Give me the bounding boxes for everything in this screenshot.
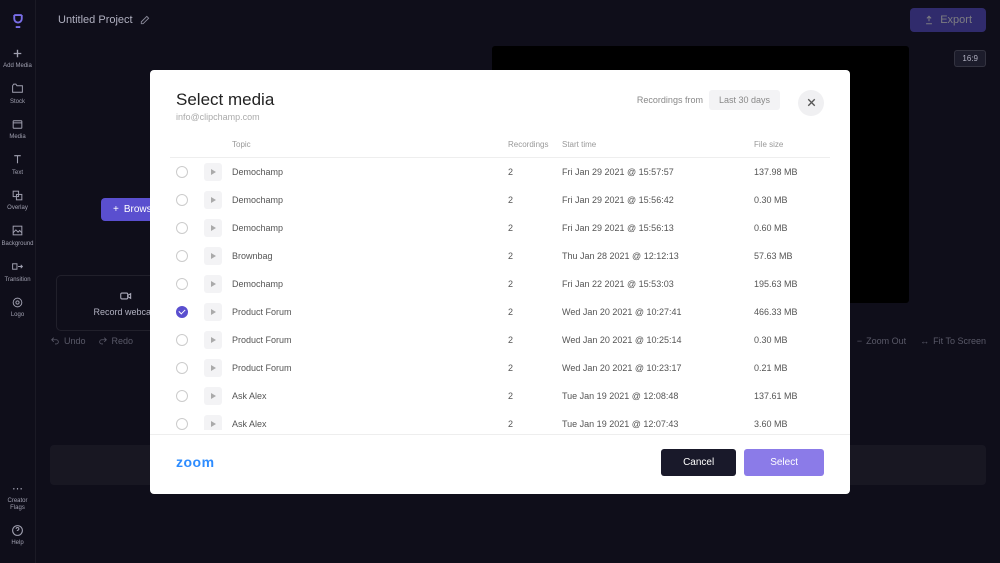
row-recordings: 2 [508,307,562,317]
row-size: 466.33 MB [754,307,824,317]
table-row[interactable]: Demochamp 2 Fri Jan 29 2021 @ 15:57:57 1… [170,158,830,186]
row-topic: Demochamp [232,167,508,177]
row-topic: Brownbag [232,251,508,261]
row-recordings: 2 [508,419,562,429]
play-icon [211,225,216,231]
table-body[interactable]: Demochamp 2 Fri Jan 29 2021 @ 15:57:57 1… [170,158,830,430]
row-size: 0.30 MB [754,335,824,345]
table-row[interactable]: Demochamp 2 Fri Jan 29 2021 @ 15:56:13 0… [170,214,830,242]
play-icon [211,393,216,399]
play-button[interactable] [204,415,222,430]
row-size: 0.21 MB [754,363,824,373]
play-button[interactable] [204,275,222,293]
play-icon [211,169,216,175]
row-size: 137.61 MB [754,391,824,401]
cancel-button[interactable]: Cancel [661,449,736,476]
select-media-modal: Select media info@clipchamp.com Recordin… [150,70,850,494]
modal-title: Select media [176,90,274,110]
play-icon [211,253,216,259]
row-size: 195.63 MB [754,279,824,289]
row-size: 0.60 MB [754,223,824,233]
row-start: Wed Jan 20 2021 @ 10:23:17 [562,363,754,373]
table-row[interactable]: Product Forum 2 Wed Jan 20 2021 @ 10:25:… [170,326,830,354]
row-start: Fri Jan 29 2021 @ 15:56:42 [562,195,754,205]
play-icon [211,337,216,343]
row-size: 0.30 MB [754,195,824,205]
recordings-from-select[interactable]: Last 30 days [709,90,780,110]
col-size: File size [754,140,824,149]
modal-overlay: Select media info@clipchamp.com Recordin… [0,0,1000,563]
row-start: Wed Jan 20 2021 @ 10:25:14 [562,335,754,345]
row-recordings: 2 [508,279,562,289]
row-recordings: 2 [508,195,562,205]
col-topic: Topic [232,140,508,149]
table-header: Topic Recordings Start time File size [170,132,830,158]
col-recordings: Recordings [508,140,562,149]
row-recordings: 2 [508,391,562,401]
row-radio[interactable] [176,418,188,430]
row-radio[interactable] [176,222,188,234]
row-radio[interactable] [176,390,188,402]
row-start: Fri Jan 29 2021 @ 15:57:57 [562,167,754,177]
row-start: Wed Jan 20 2021 @ 10:27:41 [562,307,754,317]
zoom-logo: zoom [176,454,215,470]
row-topic: Ask Alex [232,391,508,401]
table-row[interactable]: Demochamp 2 Fri Jan 22 2021 @ 15:53:03 1… [170,270,830,298]
row-recordings: 2 [508,223,562,233]
row-recordings: 2 [508,251,562,261]
play-button[interactable] [204,331,222,349]
row-radio[interactable] [176,278,188,290]
table-row[interactable]: Brownbag 2 Thu Jan 28 2021 @ 12:12:13 57… [170,242,830,270]
play-icon [211,365,216,371]
row-topic: Demochamp [232,195,508,205]
table-row[interactable]: Product Forum 2 Wed Jan 20 2021 @ 10:27:… [170,298,830,326]
row-size: 3.60 MB [754,419,824,429]
table-row[interactable]: Demochamp 2 Fri Jan 29 2021 @ 15:56:42 0… [170,186,830,214]
row-recordings: 2 [508,167,562,177]
play-button[interactable] [204,163,222,181]
row-start: Tue Jan 19 2021 @ 12:08:48 [562,391,754,401]
play-button[interactable] [204,359,222,377]
row-topic: Product Forum [232,335,508,345]
play-icon [211,421,216,427]
row-topic: Product Forum [232,307,508,317]
row-recordings: 2 [508,335,562,345]
row-radio[interactable] [176,166,188,178]
row-topic: Ask Alex [232,419,508,429]
modal-subtitle: info@clipchamp.com [176,112,274,122]
play-icon [211,197,216,203]
row-radio[interactable] [176,306,188,318]
play-icon [211,309,216,315]
play-button[interactable] [204,387,222,405]
play-button[interactable] [204,247,222,265]
row-radio[interactable] [176,250,188,262]
row-radio[interactable] [176,334,188,346]
modal-header: Select media info@clipchamp.com Recordin… [150,70,850,132]
play-button[interactable] [204,219,222,237]
table-row[interactable]: Ask Alex 2 Tue Jan 19 2021 @ 12:08:48 13… [170,382,830,410]
row-radio[interactable] [176,194,188,206]
row-start: Thu Jan 28 2021 @ 12:12:13 [562,251,754,261]
row-size: 137.98 MB [754,167,824,177]
row-topic: Product Forum [232,363,508,373]
col-start: Start time [562,140,754,149]
row-start: Fri Jan 22 2021 @ 15:53:03 [562,279,754,289]
recordings-from-label: Recordings from [637,95,703,105]
row-topic: Demochamp [232,279,508,289]
select-button[interactable]: Select [744,449,824,476]
play-icon [211,281,216,287]
row-radio[interactable] [176,362,188,374]
play-button[interactable] [204,191,222,209]
table-row[interactable]: Ask Alex 2 Tue Jan 19 2021 @ 12:07:43 3.… [170,410,830,430]
modal-footer: zoom Cancel Select [150,434,850,494]
close-button[interactable] [798,90,824,116]
close-icon [805,96,818,109]
row-start: Fri Jan 29 2021 @ 15:56:13 [562,223,754,233]
table-row[interactable]: Product Forum 2 Wed Jan 20 2021 @ 10:23:… [170,354,830,382]
row-topic: Demochamp [232,223,508,233]
row-size: 57.63 MB [754,251,824,261]
row-recordings: 2 [508,363,562,373]
row-start: Tue Jan 19 2021 @ 12:07:43 [562,419,754,429]
play-button[interactable] [204,303,222,321]
